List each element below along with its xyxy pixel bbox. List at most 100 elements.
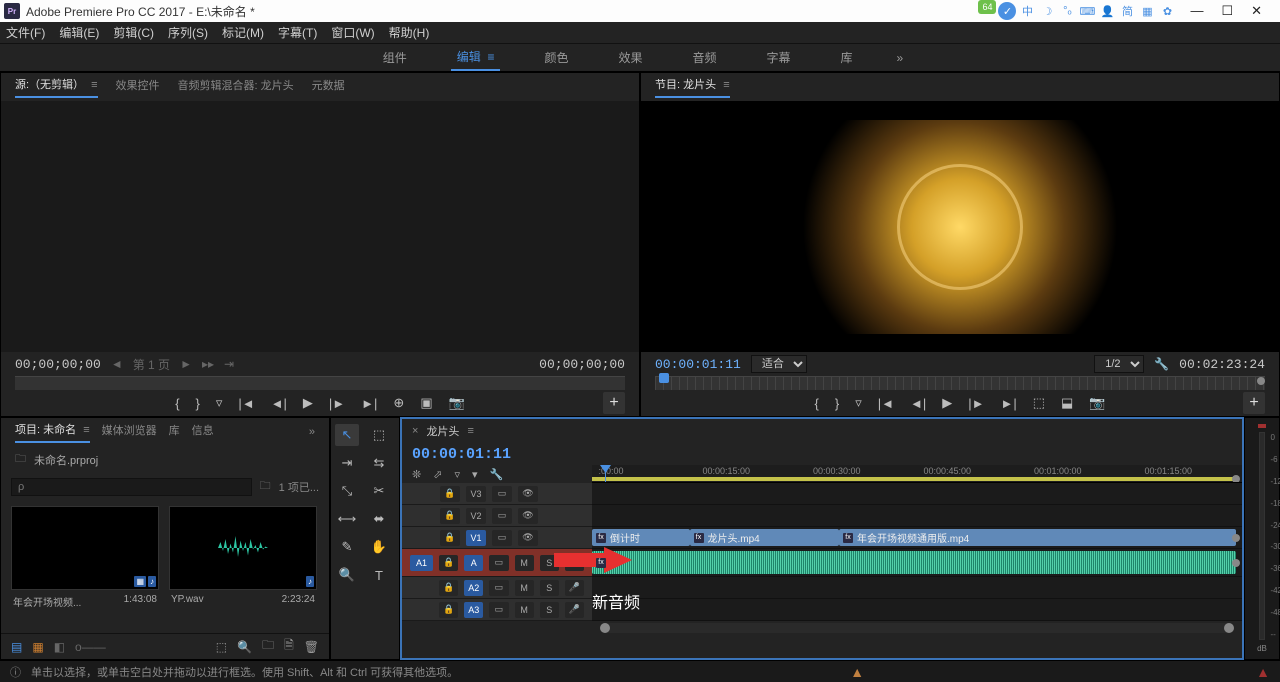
new-bin-icon[interactable]: 🗀 [260,477,271,496]
snap-icon[interactable]: ❊ [412,468,421,481]
ime-deg-icon[interactable]: °ₒ [1058,2,1076,20]
find-icon[interactable]: 🔍 [237,640,252,654]
go-out-icon[interactable]: ►| [361,396,377,411]
clip-video[interactable]: fx龙片头.mp4 [690,529,840,546]
overwrite-icon[interactable]: ▣ [420,395,432,411]
project-folder-icon[interactable]: 🗀 [15,450,26,469]
ripple-edit-tool-icon[interactable]: ⇥ [335,452,359,474]
mark-out-icon[interactable]: } [835,396,839,411]
track-label[interactable]: A2 [464,580,483,596]
close-button[interactable]: ✕ [1251,3,1262,19]
mark-in-icon[interactable]: { [175,396,179,411]
timeline-timecode[interactable]: 00:00:01:11 [412,446,511,463]
mark-out-icon[interactable]: } [196,396,200,411]
freeform-view-icon[interactable]: ◧ [54,640,65,654]
menu-title[interactable]: 字幕(T) [278,24,317,41]
clip-video[interactable]: fx倒计时 [592,529,690,546]
export-frame-icon[interactable]: 📷 [449,395,465,411]
zoom-tool-icon[interactable]: 🔍 [335,564,359,586]
track-header-v3[interactable]: 🔒V3▭👁 [402,483,592,505]
ws-assembly[interactable]: 组件 [377,45,413,70]
eye-icon[interactable]: 👁 [518,486,538,502]
track-a3[interactable] [592,599,1242,621]
lock-icon[interactable]: 🔒 [439,580,458,596]
play-icon[interactable]: ▶ [942,395,952,411]
toggle-output-icon[interactable]: ▭ [489,602,508,618]
panel-menu-icon[interactable]: ≡ [723,79,729,91]
source-patch[interactable]: A1 [410,555,433,571]
menu-help[interactable]: 帮助(H) [389,24,430,41]
ws-color[interactable]: 颜色 [538,45,574,70]
ime-gear-icon[interactable]: ✿ [1158,2,1176,20]
track-label[interactable]: V3 [466,486,486,502]
track-label[interactable]: V2 [466,508,486,524]
track-label[interactable]: A [464,555,483,571]
resolution-select[interactable]: 1/2 [1094,355,1144,373]
tab-project[interactable]: 项目: 未命名 ≡ [15,421,90,443]
source-viewer[interactable] [1,101,639,352]
track-header-a3[interactable]: 🔒A3▭MS🎤 [402,599,592,621]
bin-thumbnail[interactable]: ▦♪ [11,506,159,590]
marker-icon[interactable]: ▿ [216,395,223,411]
mute-icon[interactable]: M [515,580,534,596]
settings-wrench-icon[interactable]: 🔧 [1154,357,1169,371]
new-bin-icon[interactable]: 🗀 [262,636,274,657]
go-in-icon[interactable]: |◄ [878,396,894,411]
rolling-edit-tool-icon[interactable]: ⇆ [367,452,391,474]
ime-globe-icon[interactable]: ✓ [998,2,1016,20]
lock-icon[interactable]: 🔒 [440,486,460,502]
playhead-handle[interactable] [659,373,669,383]
selection-tool-icon[interactable]: ↖ [335,424,359,446]
track-label[interactable]: V1 [466,530,486,546]
razor-tool-icon[interactable]: ✂ [367,480,391,502]
tabs-overflow-icon[interactable]: » [309,426,315,438]
export-frame-icon[interactable]: 📷 [1089,395,1105,411]
warning-icon[interactable]: ▲ [850,664,864,680]
pen-tool-icon[interactable]: ✎ [335,536,359,558]
source-in-timecode[interactable]: 00;00;00;00 [15,357,101,372]
track-v2[interactable] [592,505,1242,527]
ws-effects[interactable]: 效果 [612,45,648,70]
ime-cn-icon[interactable]: 中 [1018,2,1036,20]
program-timecode[interactable]: 00:00:01:11 [655,357,741,372]
ime-keyboard-icon[interactable]: ⌨ [1078,2,1096,20]
rate-stretch-tool-icon[interactable]: ⤡ [335,480,359,502]
lock-icon[interactable]: 🔒 [440,530,460,546]
track-a2[interactable] [592,577,1242,599]
step-back-icon[interactable]: ◄| [910,396,926,411]
menu-sequence[interactable]: 序列(S) [168,24,208,41]
lock-icon[interactable]: 🔒 [440,508,460,524]
zoom-slider[interactable]: o—— [75,640,106,654]
minimize-button[interactable]: — [1190,3,1203,19]
source-nav-icon[interactable]: ▸▸ [202,357,214,371]
step-fwd-icon[interactable]: |► [329,396,345,411]
voice-over-icon[interactable]: 🎤 [565,580,584,596]
track-header-a2[interactable]: 🔒A2▭MS🎤 [402,577,592,599]
work-area-bar[interactable] [592,477,1236,481]
ws-audio[interactable]: 音频 [687,45,723,70]
eye-icon[interactable]: 👁 [518,530,538,546]
go-out-icon[interactable]: ►| [1000,396,1016,411]
source-nav-icon2[interactable]: ⇥ [224,357,234,371]
button-editor-icon[interactable]: + [603,392,625,414]
bin-item[interactable]: ▦♪ 年会开场视频...1:43:08 [11,506,159,627]
menu-marker[interactable]: 标记(M) [222,24,264,41]
marker-icon[interactable]: ▿ [855,395,862,411]
bin-thumbnail[interactable]: ♪ [169,506,317,590]
close-seq-icon[interactable]: × [412,425,418,437]
mark-in-icon[interactable]: { [815,396,819,411]
panel-menu-icon[interactable]: ≡ [91,79,97,91]
linked-selection-icon[interactable]: ⬀ [433,468,442,481]
tab-program[interactable]: 节目: 龙片头 ≡ [655,76,730,98]
ws-titles[interactable]: 字幕 [761,45,797,70]
toggle-output-icon[interactable]: ▭ [492,508,512,524]
panel-menu-icon[interactable]: ≡ [83,424,89,436]
list-view-icon[interactable]: ▤ [11,640,22,654]
track-end-handle[interactable] [1232,559,1240,567]
ws-editing[interactable]: 编辑 ≡ [451,44,501,71]
source-page-prev[interactable]: ◄ [111,357,123,371]
tab-source[interactable]: 源:（无剪辑） ≡ [15,76,98,98]
clip-audio[interactable]: fx [592,551,1236,574]
source-scrubber[interactable] [15,376,625,390]
tab-metadata[interactable]: 元数据 [312,77,345,97]
